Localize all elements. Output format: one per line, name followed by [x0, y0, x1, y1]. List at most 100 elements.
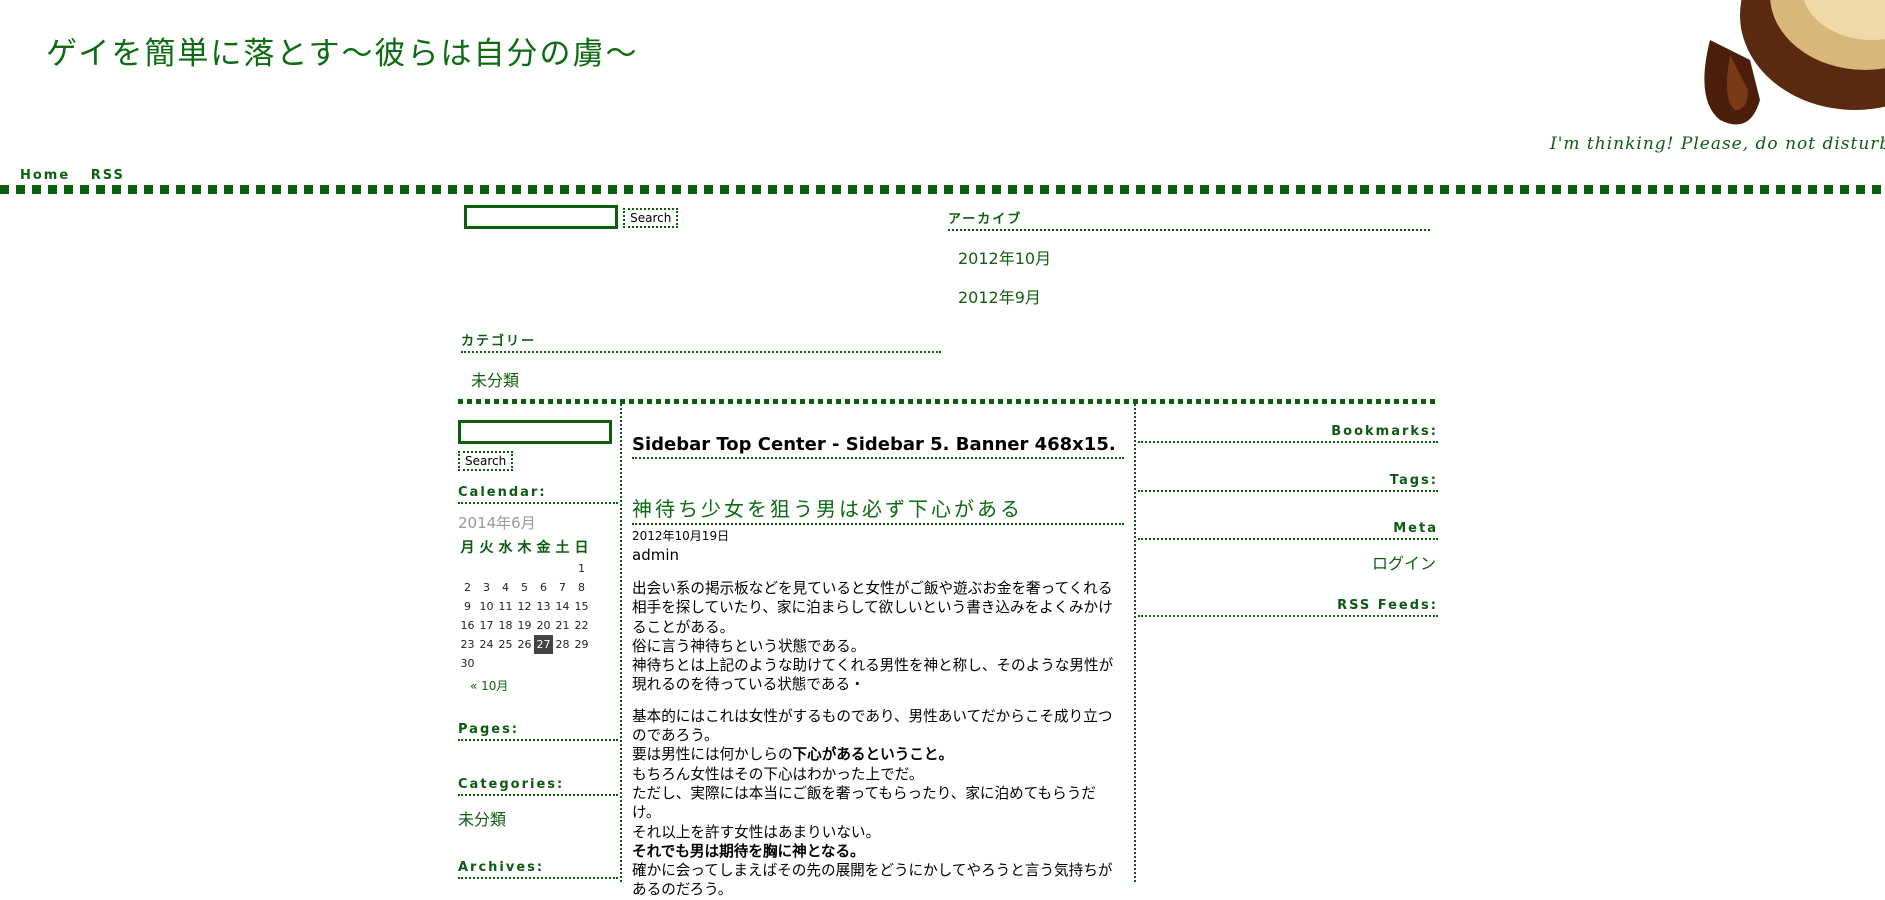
- calendar-title: Calendar:: [458, 485, 618, 504]
- calendar-day: [553, 654, 572, 673]
- main-content: Sidebar Top Center - Sidebar 5. Banner 4…: [620, 404, 1136, 898]
- categories-widget-title: カテゴリー: [461, 330, 941, 353]
- calendar-day: 10: [479, 600, 494, 613]
- post-text: ただし、実際には本当にご飯を奢ってもらったり、家に泊めてもらうだけ。: [632, 784, 1096, 822]
- calendar-day: 16: [460, 619, 475, 632]
- calendar-day: 13: [536, 600, 551, 613]
- calendar-day: 1: [578, 562, 585, 575]
- calendar-day: [553, 559, 572, 578]
- calendar-week: 16 17 18 19 20 21 22: [458, 616, 591, 635]
- calendar-day: 3: [483, 581, 490, 594]
- calendar-day: 25: [498, 638, 513, 651]
- post-text-bold: 下心があるということ。: [792, 746, 954, 764]
- post-text-bold: それでも男は期待を胸に神となる。: [632, 842, 865, 860]
- calendar-week: 23 24 25 26 27 28 29: [458, 635, 591, 654]
- calendar-day: 22: [574, 619, 589, 632]
- archive-link[interactable]: 2012年10月: [958, 249, 1051, 268]
- categories-widget: カテゴリー 未分類: [461, 330, 941, 391]
- archive-link[interactable]: 2012年9月: [958, 288, 1041, 307]
- post-body: 出会い系の掲示板などを見ていると女性がご飯や遊ぶお金を奢ってくれる相手を探してい…: [632, 579, 1124, 900]
- archives-widget-title: アーカイブ: [948, 208, 1430, 231]
- post-title-link[interactable]: 神待ち少女を狙う男は必ず下心がある: [632, 497, 1023, 521]
- post-author: admin: [632, 546, 679, 564]
- calendar-day: 23: [460, 638, 475, 651]
- sidebar-search-button[interactable]: Search: [458, 451, 514, 471]
- calendar-day: 11: [498, 600, 513, 613]
- archives-widget: アーカイブ 2012年10月 2012年9月: [948, 208, 1430, 323]
- sidebar-archives-title: Archives:: [458, 860, 618, 879]
- post-text: 基本的にはこれは女性がするものであり、男性あいてだからこそ成り立つのであろう。: [632, 707, 1113, 745]
- calendar-prev-month-link[interactable]: « 10月: [470, 679, 508, 693]
- sidebar-category-link[interactable]: 未分類: [458, 810, 506, 829]
- calendar-day: [458, 559, 477, 578]
- calendar-day: [477, 654, 496, 673]
- calendar-weekday: 土: [555, 540, 570, 556]
- post-text: 確かに会ってしまえばその先の展開をどうにかしてやろうと言う気持ちがあるのだろう。: [632, 862, 1113, 899]
- calendar-week: 30: [458, 654, 591, 673]
- calendar-day: 19: [517, 619, 532, 632]
- calendar-day: [572, 654, 591, 673]
- calendar-week: 1: [458, 559, 591, 578]
- post-title[interactable]: 神待ち少女を狙う男は必ず下心がある: [632, 493, 1124, 525]
- site-title[interactable]: ゲイを簡単に落とす～彼らは自分の虜～: [46, 28, 638, 73]
- calendar-weekday: 月: [460, 540, 475, 556]
- nav-home-link[interactable]: Home: [20, 168, 70, 183]
- calendar-day: [496, 654, 515, 673]
- calendar-day: [515, 654, 534, 673]
- calendar-caption: 2014年6月: [458, 514, 536, 532]
- calendar-week: 9 10 11 12 13 14 15: [458, 597, 591, 616]
- sidebar-categories-title: Categories:: [458, 777, 618, 796]
- rss-feeds-title: RSS Feeds:: [1138, 598, 1438, 617]
- calendar-week: 2345678: [458, 578, 591, 597]
- login-link[interactable]: ログイン: [1372, 554, 1436, 573]
- post-text: 俗に言う神待ちという状態である。: [632, 637, 866, 655]
- calendar-weekday: 木: [517, 540, 532, 556]
- calendar-day: 8: [578, 581, 585, 594]
- calendar-day: [534, 654, 553, 673]
- calendar-day: 28: [555, 638, 570, 651]
- pages-title: Pages:: [458, 722, 618, 741]
- calendar-weekday: 金: [536, 540, 551, 556]
- calendar-day: [496, 559, 515, 578]
- category-link[interactable]: 未分類: [471, 371, 519, 390]
- top-search-input[interactable]: [464, 205, 618, 229]
- calendar-day: 7: [559, 581, 566, 594]
- banner-placeholder: Sidebar Top Center - Sidebar 5. Banner 4…: [632, 434, 1124, 459]
- calendar-day: 24: [479, 638, 494, 651]
- calendar-day: 27: [534, 635, 553, 654]
- calendar-day: [515, 559, 534, 578]
- post-text: 神待ちとは上記のような助けてくれる男性を神と称し、そのような男性が現れるのを待っ…: [632, 657, 1114, 694]
- right-sidebar: Bookmarks: Tags: Meta ログイン RSS Feeds:: [1138, 404, 1438, 617]
- calendar-day: 6: [540, 581, 547, 594]
- calendar-day: 9: [464, 600, 471, 613]
- calendar-day: 30: [460, 657, 475, 670]
- calendar-day: 2: [464, 581, 471, 594]
- calendar-day: 26: [517, 638, 532, 651]
- site-tagline: I'm thinking! Please, do not disturb: [1550, 134, 1885, 154]
- calendar-weekday: 日: [574, 540, 589, 556]
- calendar-day: 29: [574, 638, 589, 651]
- calendar-day: 14: [555, 600, 570, 613]
- top-search-button[interactable]: Search: [623, 207, 679, 228]
- meta-title: Meta: [1138, 521, 1438, 540]
- post-text: もちろん女性はその下心はわかった上でだ。: [632, 765, 924, 783]
- header-divider: [0, 185, 1885, 194]
- top-navigation: Home RSS: [20, 168, 139, 183]
- post-text: 出会い系の掲示板などを見ていると女性がご飯や遊ぶお金を奢ってくれる相手を探してい…: [632, 580, 1113, 636]
- coffee-cup-image: [1704, 0, 1885, 125]
- calendar-day: [534, 559, 553, 578]
- post-text: 要は男性には何かしらの: [632, 746, 793, 764]
- left-sidebar: Search Calendar: 2014年6月 月火水木金土日 1234567…: [458, 406, 618, 879]
- nav-rss-link[interactable]: RSS: [91, 168, 125, 183]
- calendar-day: 5: [521, 581, 528, 594]
- calendar-table: 月火水木金土日 1 2 3 4 5 6 7 8 9 10 11 12 13 14 15 16 17 18 19 20 2…: [458, 535, 591, 673]
- top-search-form: Search: [464, 205, 679, 229]
- calendar-day: 4: [502, 581, 509, 594]
- post-date: 2012年10月19日: [632, 529, 730, 543]
- sidebar-search-input[interactable]: [458, 420, 612, 444]
- calendar-day: 20: [536, 619, 551, 632]
- tags-title: Tags:: [1138, 473, 1438, 492]
- calendar-day: 12: [517, 600, 532, 613]
- calendar-day: 15: [574, 600, 589, 613]
- calendar-day: 18: [498, 619, 513, 632]
